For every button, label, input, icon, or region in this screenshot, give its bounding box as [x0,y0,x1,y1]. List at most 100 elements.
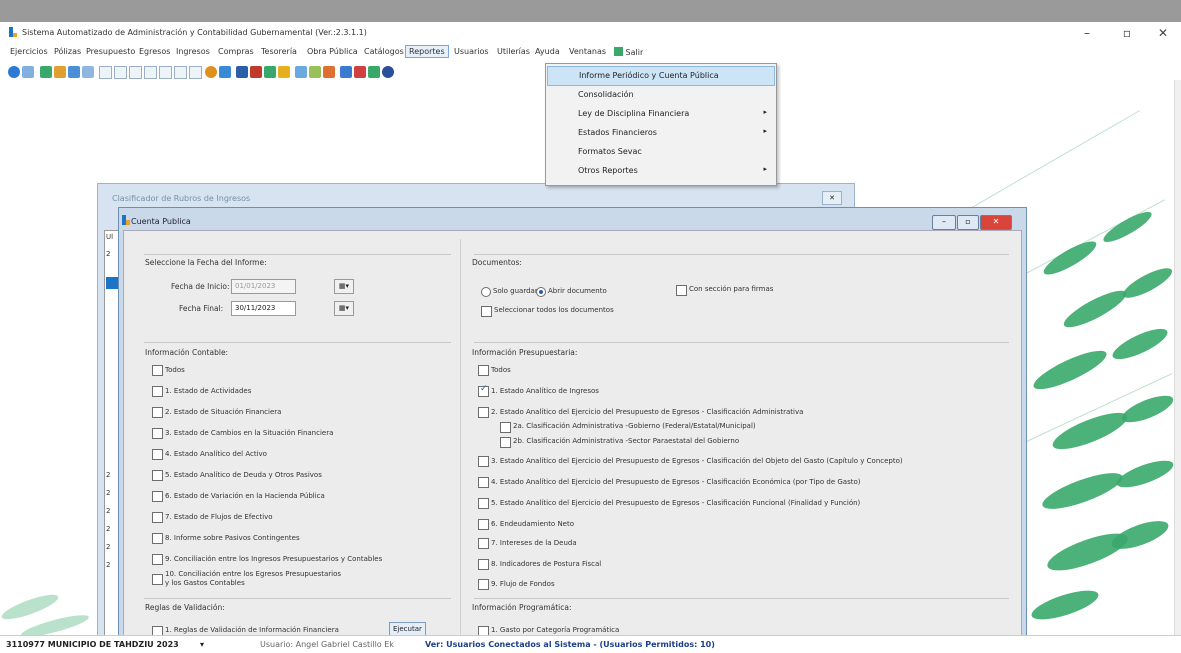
fecha-final-field[interactable]: 30/11/2023 [231,301,296,316]
presupuestaria-todos-checkbox[interactable] [478,365,489,376]
menu-ejercicios[interactable]: Ejercicios [8,47,50,56]
alert-icon[interactable] [354,66,366,78]
flujo-fondos-checkbox[interactable] [478,579,489,590]
contable-todos-checkbox[interactable] [152,365,163,376]
window-app-icon [122,215,130,225]
pasivos-contingentes-checkbox[interactable] [152,533,163,544]
maximize-button[interactable]: ▫ [957,215,979,230]
programatica-heading: Información Programática: [472,603,572,612]
window-icon[interactable] [144,66,157,79]
con-seccion-firmas-checkbox[interactable] [676,285,687,296]
tree-icon[interactable] [340,66,352,78]
clasif-economica-checkbox[interactable] [478,477,489,488]
flujos-efectivo-checkbox[interactable] [152,512,163,523]
ledger-icon[interactable] [236,66,248,78]
grid-icon[interactable] [82,66,94,78]
close-button[interactable]: ✕ [1148,25,1178,41]
estados-financieros-menu-item[interactable]: Estados Financieros ▸ [547,124,775,142]
consolidacion-menu-item[interactable]: Consolidación [547,86,775,104]
menu-egresos[interactable]: Egresos [137,47,172,56]
contable-item-label-line2: y los Gastos Contables [165,579,245,587]
abrir-documento-radio[interactable] [536,287,546,297]
intereses-deuda-checkbox[interactable] [478,538,489,549]
clasif-objeto-gasto-checkbox[interactable] [478,456,489,467]
formatos-sevac-menu-item[interactable]: Formatos Sevac [547,143,775,161]
window-icon[interactable] [159,66,172,79]
endeudamiento-neto-checkbox[interactable] [478,519,489,530]
menu-compras[interactable]: Compras [216,47,256,56]
situacion-financiera-checkbox[interactable] [152,407,163,418]
ley-disciplina-menu-item[interactable]: Ley de Disciplina Financiera ▸ [547,105,775,123]
menu-salir[interactable]: Salir [612,47,645,57]
clasif-paraestatal-checkbox[interactable] [500,437,511,448]
menu-catalogos[interactable]: Catálogos [362,47,406,56]
analitico-ingresos-checkbox[interactable] [478,384,489,397]
menu-ingresos[interactable]: Ingresos [174,47,212,56]
cambios-situacion-checkbox[interactable] [152,428,163,439]
variacion-hacienda-checkbox[interactable] [152,491,163,502]
window-icon[interactable] [129,66,142,79]
vertical-scrollbar[interactable] [1174,80,1181,635]
menu-utilerias[interactable]: Utilerías [495,47,532,56]
leaf-graphic [1040,236,1100,280]
menu-tesoreria[interactable]: Tesorería [259,47,299,56]
report-icon[interactable] [250,66,262,78]
analitico-activo-checkbox[interactable] [152,449,163,460]
clasif-administrativa-checkbox[interactable] [478,407,489,418]
transfer-icon[interactable] [54,66,66,78]
calendar-icon[interactable]: ▦▾ [334,301,354,316]
analitico-deuda-checkbox[interactable] [152,470,163,481]
chart-icon[interactable] [219,66,231,78]
folder-icon[interactable] [278,66,290,78]
window-icon[interactable] [189,66,202,79]
users-icon[interactable] [40,66,52,78]
fecha-inicio-field[interactable]: 01/01/2023 [231,279,296,294]
window-icon[interactable] [99,66,112,79]
menu-obra-publica[interactable]: Obra Pública [305,47,360,56]
window-icon[interactable] [114,66,127,79]
contable-item-label: 3. Estado de Cambios en la Situación Fin… [165,429,334,437]
leaf-graphic [1109,323,1171,365]
conciliacion-ingresos-checkbox[interactable] [152,554,163,565]
window-icon[interactable] [174,66,187,79]
calculator-icon[interactable] [68,66,80,78]
informe-periodico-menu-item[interactable]: Informe Periódico y Cuenta Pública [547,66,775,86]
help-icon[interactable] [382,66,394,78]
refresh-icon[interactable] [8,66,20,78]
clock-icon[interactable] [205,66,217,78]
close-button[interactable]: ✕ [980,215,1012,230]
menu-ventanas[interactable]: Ventanas [567,47,608,56]
menu-item-label: Otros Reportes [578,166,638,175]
contable-heading: Información Contable: [145,348,229,357]
estado-actividades-checkbox[interactable] [152,386,163,397]
leaf-graphic [1038,466,1127,516]
tools-icon[interactable] [295,66,307,78]
clasif-funcional-checkbox[interactable] [478,498,489,509]
map-icon[interactable] [309,66,321,78]
solo-guardar-radio[interactable] [481,287,491,297]
minimize-button[interactable]: – [932,215,956,230]
exit-icon [614,47,623,56]
menu-ayuda[interactable]: Ayuda [533,47,562,56]
menu-reportes[interactable]: Reportes [405,45,449,58]
contable-item-label: 6. Estado de Variación en la Hacienda Pú… [165,492,325,500]
menu-usuarios[interactable]: Usuarios [452,47,491,56]
conciliacion-egresos-checkbox[interactable] [152,574,163,585]
clasificador-close-button[interactable]: ✕ [822,191,842,205]
status-dropdown-icon[interactable]: ▾ [200,640,204,649]
maximize-button[interactable]: ▫ [1112,25,1142,41]
minimize-button[interactable]: – [1072,25,1102,41]
people-icon[interactable] [264,66,276,78]
clasif-gobierno-checkbox[interactable] [500,422,511,433]
reglas-heading: Reglas de Validación: [145,603,225,612]
sheet-icon[interactable] [368,66,380,78]
document-icon[interactable] [22,66,34,78]
menu-polizas[interactable]: Pólizas [52,47,83,56]
seleccionar-todos-checkbox[interactable] [481,306,492,317]
connected-users-link[interactable]: Ver: Usuarios Conectados al Sistema - (U… [425,640,715,649]
postura-fiscal-checkbox[interactable] [478,559,489,570]
otros-reportes-menu-item[interactable]: Otros Reportes ▸ [547,162,775,180]
calendar-icon[interactable]: ▦▾ [334,279,354,294]
pie-icon[interactable] [323,66,335,78]
menu-presupuesto[interactable]: Presupuesto [84,47,137,56]
